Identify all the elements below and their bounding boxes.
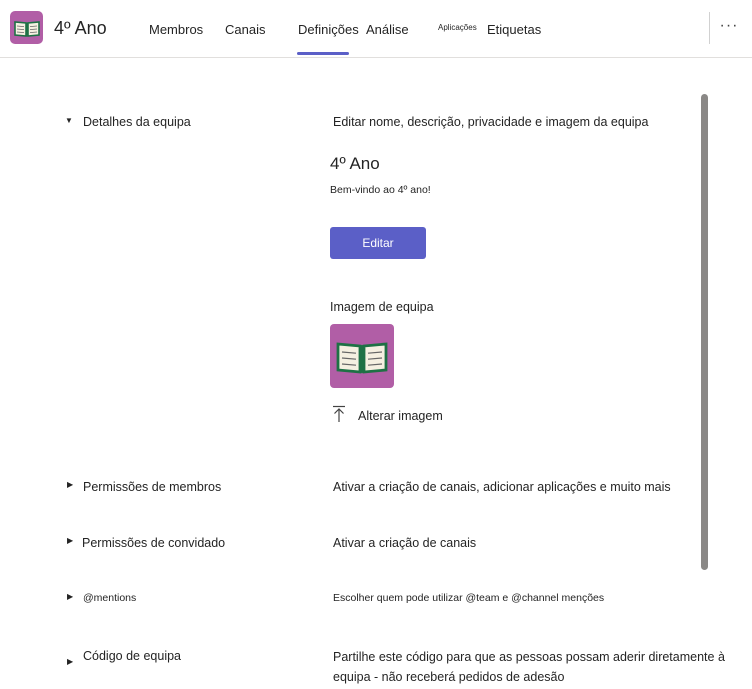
caret-right-icon[interactable]: ▶ <box>67 536 73 545</box>
top-bar: 4º Ano Membros Canais Definições Análise… <box>0 0 752 58</box>
tab-apps[interactable]: Aplicações <box>438 23 477 32</box>
mentions-description: Escolher quem pode utilizar @team e @cha… <box>333 592 605 604</box>
caret-right-icon[interactable]: ▶ <box>67 480 73 489</box>
team-details-label[interactable]: Detalhes da equipa <box>83 115 191 129</box>
mentions-label[interactable]: @mentions <box>83 592 136 604</box>
caret-right-icon[interactable]: ▶ <box>67 657 73 666</box>
open-book-icon <box>13 20 40 37</box>
guest-permissions-description: Ativar a criação de canais <box>333 536 477 550</box>
tab-members[interactable]: Membros <box>149 22 203 37</box>
header-divider <box>709 12 710 44</box>
team-details-title: 4º Ano <box>330 154 380 173</box>
tab-channels[interactable]: Canais <box>225 22 265 37</box>
team-avatar[interactable] <box>10 11 43 44</box>
member-permissions-description: Ativar a criação de canais, adicionar ap… <box>333 480 671 494</box>
tab-tags[interactable]: Etiquetas <box>487 22 541 37</box>
team-code-description: Partilhe este código para que as pessoas… <box>333 650 725 684</box>
guest-permissions-label[interactable]: Permissões de convidado <box>82 536 225 550</box>
team-code-label[interactable]: Código de equipa <box>83 649 181 663</box>
caret-down-icon[interactable]: ▼ <box>65 116 73 125</box>
team-name: 4º Ano <box>54 18 107 38</box>
upload-icon[interactable] <box>332 405 346 423</box>
tab-analytics[interactable]: Análise <box>366 22 409 37</box>
more-options-icon[interactable]: ··· <box>718 14 740 38</box>
vertical-scrollbar[interactable] <box>701 94 708 570</box>
team-image-label: Imagem de equipa <box>330 300 434 314</box>
edit-button[interactable]: Editar <box>330 227 426 259</box>
active-tab-indicator <box>297 52 349 55</box>
open-book-icon <box>336 342 388 374</box>
tab-settings[interactable]: Definições <box>298 22 359 37</box>
team-image <box>330 324 394 388</box>
team-details-subtitle: Bem-vindo ao 4º ano! <box>330 184 431 196</box>
team-details-description: Editar nome, descrição, privacidade e im… <box>333 115 649 129</box>
member-permissions-label[interactable]: Permissões de membros <box>83 480 221 494</box>
change-image-link[interactable]: Alterar imagem <box>358 409 443 423</box>
caret-right-icon[interactable]: ▶ <box>67 592 73 601</box>
